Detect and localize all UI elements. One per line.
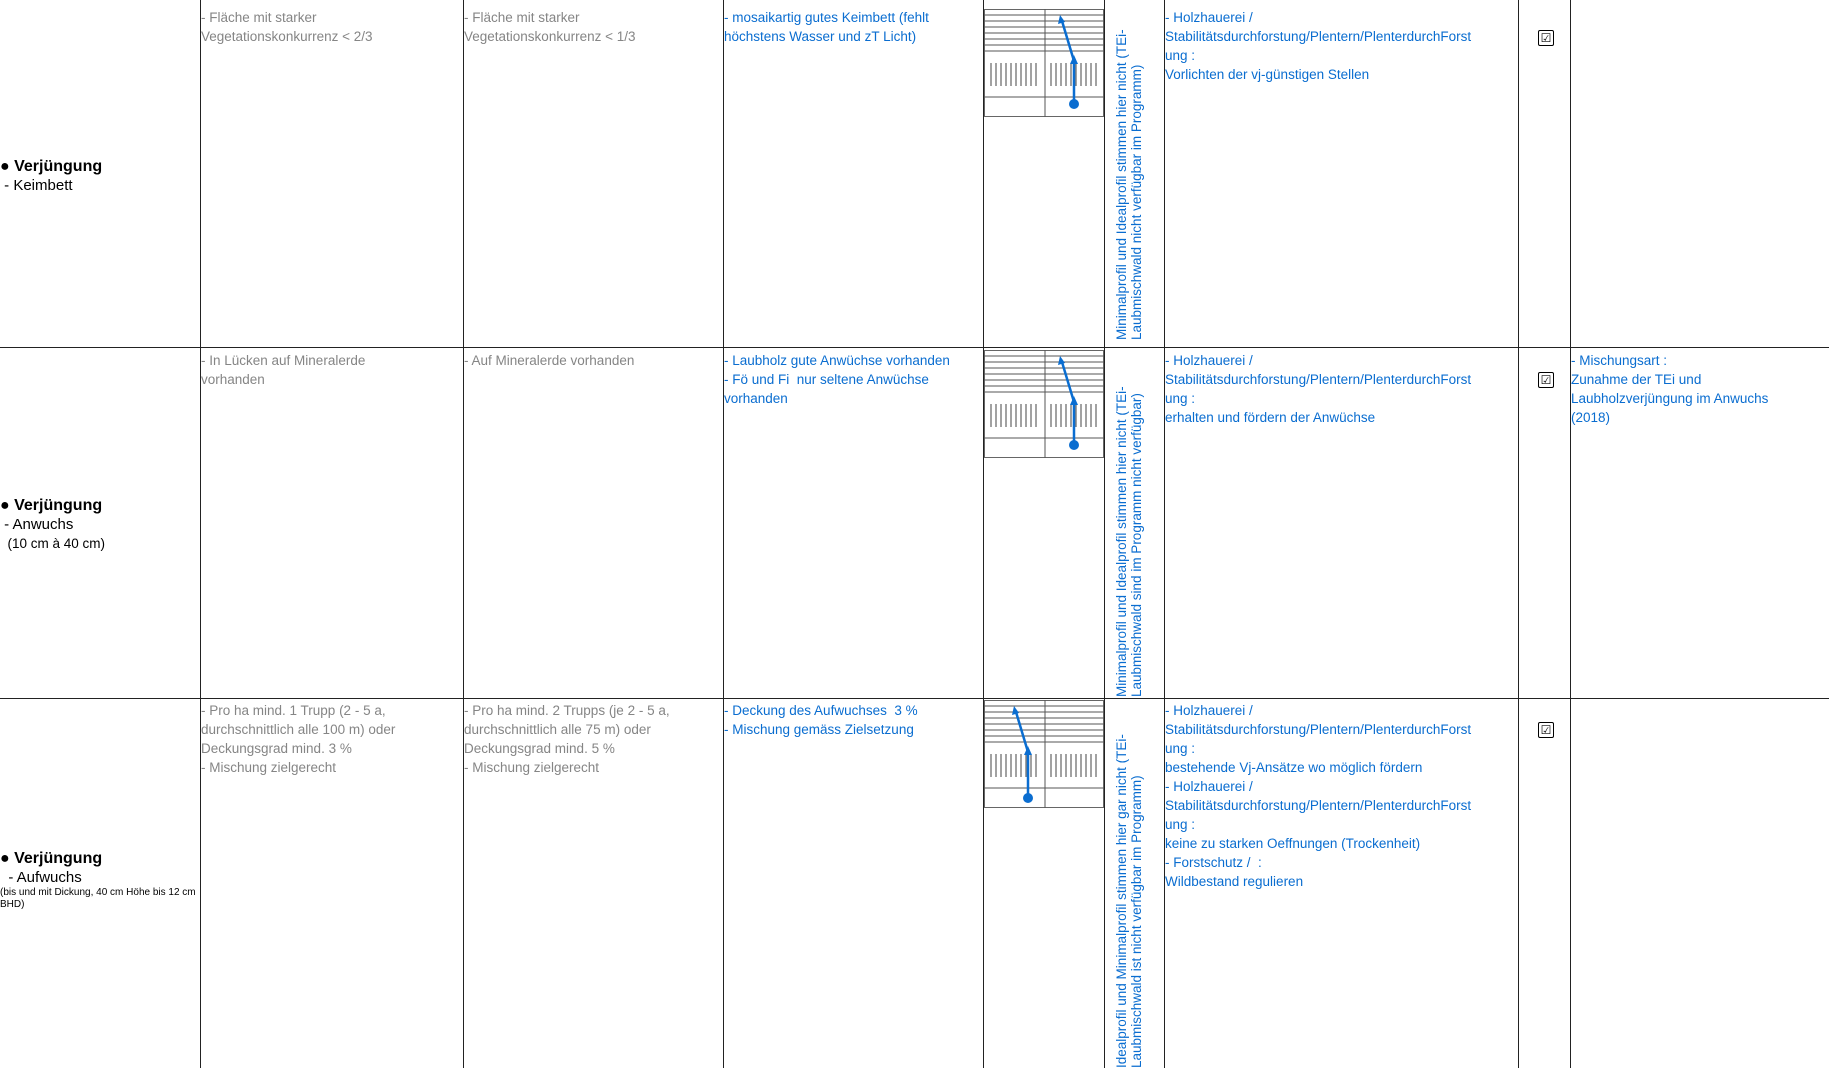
profile-comment: Minimalprofil und Idealprofil stimmen hi… (1114, 351, 1144, 697)
cell-text: - Pro ha mind. 1 Trupp (2 - 5 a, (201, 703, 386, 718)
cell-text: Deckungsgrad mind. 3 % (201, 741, 352, 756)
ideal-profile-cell: - Auf Mineralerde vorhanden (464, 351, 722, 370)
row-label: ● Verjüngung - Aufwuchs (bis und mit Dic… (0, 849, 198, 911)
cell-text: - Laubholz gute Anwüchse vorhanden (724, 353, 950, 368)
row-range: (10 cm à 40 cm) (0, 536, 106, 551)
grid-line (0, 698, 1829, 699)
cell-text: - Holzhauerei / (1165, 353, 1253, 368)
cell-text: bestehende Vj-Ansätze wo möglich fördern (1165, 760, 1423, 775)
checkbox[interactable]: ☑ (1538, 722, 1554, 738)
grid-line (723, 0, 724, 1068)
ideal-profile-cell: - Pro ha mind. 2 Trupps (je 2 - 5 a, dur… (464, 701, 722, 777)
minimal-profile-cell: - Pro ha mind. 1 Trupp (2 - 5 a, durchsc… (201, 701, 461, 777)
current-state-cell: - mosaikartig gutes Keimbett (fehlt höch… (724, 8, 982, 46)
row-label: ● Verjüngung - Keimbett (0, 157, 198, 195)
cell-text: Idealprofil und Minimalprofil stimmen hi… (1114, 734, 1129, 1068)
cell-text: erhalten und fördern der Anwüchse (1165, 410, 1376, 425)
grid-line (1570, 0, 1571, 1068)
current-state-cell: - Laubholz gute Anwüchse vorhanden - Fö … (724, 351, 982, 408)
cell-text: - Holzhauerei / (1165, 10, 1253, 25)
profile-comment: Idealprofil und Minimalprofil stimmen hi… (1114, 701, 1144, 1068)
cell-text: ung : (1165, 48, 1196, 63)
cell-text: vorhanden (724, 391, 788, 406)
cell-text: Stabilitätsdurchforstung/Plentern/Plente… (1165, 722, 1472, 737)
cell-text: keine zu starken Oeffnungen (Trockenheit… (1165, 836, 1421, 851)
cell-text: - Holzhauerei / (1165, 703, 1253, 718)
cell-text: Zunahme der TEi und (1571, 372, 1702, 387)
profile-diagram (984, 700, 1104, 808)
cell-text: - Auf Mineralerde vorhanden (464, 353, 635, 368)
cell-text: Vegetationskonkurrenz < 2/3 (201, 29, 373, 44)
grid-line (463, 0, 464, 1068)
cell-text: - In Lücken auf Mineralerde (201, 353, 366, 368)
cell-text: - Fläche mit starker (464, 10, 580, 25)
grid-line (200, 0, 201, 1068)
cell-text: durchschnittlich alle 100 m) oder (201, 722, 396, 737)
cell-text: Laubholzverjüngung im Anwuchs (1571, 391, 1769, 406)
cell-text: - Fläche mit starker (201, 10, 317, 25)
cell-text: - Mischung zielgerecht (464, 760, 600, 775)
cell-text: - Holzhauerei / (1165, 779, 1253, 794)
grid-line (1164, 0, 1165, 1068)
measures-cell: - Holzhauerei / Stabilitätsdurchforstung… (1165, 701, 1517, 891)
row-title: ● Verjüngung (0, 158, 103, 175)
row-title: ● Verjüngung (0, 850, 103, 867)
profile-diagram (984, 350, 1104, 458)
cell-text: Stabilitätsdurchforstung/Plentern/Plente… (1165, 798, 1472, 813)
cell-text: höchstens Wasser und zT Licht) (724, 29, 917, 44)
ideal-profile-cell: - Fläche mit starker Vegetationskonkurre… (464, 8, 722, 46)
cell-text: - Deckung des Aufwuchses 3 % (724, 703, 918, 718)
cell-text: Laubmischwald sind im Programm nicht ver… (1129, 393, 1144, 697)
row-note: (bis und mit Dickung, 40 cm Höhe bis 12 … (0, 887, 196, 910)
grid-line (0, 347, 1829, 348)
cell-text: Laubmischwald nicht verfügbar im Program… (1129, 64, 1144, 340)
cell-text: Vorlichten der vj-günstigen Stellen (1165, 67, 1370, 82)
cell-text: Stabilitätsdurchforstung/Plentern/Plente… (1165, 29, 1472, 44)
grid-line (1518, 0, 1519, 1068)
cell-text: - Pro ha mind. 2 Trupps (je 2 - 5 a, (464, 703, 670, 718)
cell-text: - Mischungsart : (1571, 353, 1668, 368)
checkbox[interactable]: ☑ (1538, 372, 1554, 388)
cell-text: Minimalprofil und Idealprofil stimmen hi… (1114, 386, 1129, 697)
row-subtitle: - Keimbett (0, 177, 73, 194)
cell-text: ung : (1165, 741, 1196, 756)
row-subtitle: - Anwuchs (0, 516, 74, 533)
cell-text: durchschnittlich alle 75 m) oder (464, 722, 651, 737)
cell-text: - Forstschutz / : (1165, 855, 1262, 870)
row-subtitle: - Aufwuchs (0, 869, 82, 886)
cell-text: - Mischung gemäss Zielsetzung (724, 722, 914, 737)
cell-text: Vegetationskonkurrenz < 1/3 (464, 29, 636, 44)
checkbox[interactable]: ☑ (1538, 30, 1554, 46)
cell-text: Minimalprofil und Idealprofil stimmen hi… (1114, 29, 1129, 340)
cell-text: vorhanden (201, 372, 265, 387)
cell-text: Laubmischwald ist nicht verfügbar im Pro… (1129, 775, 1144, 1068)
cell-text: Wildbestand regulieren (1165, 874, 1304, 889)
cell-text: Stabilitätsdurchforstung/Plentern/Plente… (1165, 372, 1472, 387)
cell-text: - Mischung zielgerecht (201, 760, 337, 775)
measures-cell: - Holzhauerei / Stabilitätsdurchforstung… (1165, 351, 1517, 427)
measures-cell: - Holzhauerei / Stabilitätsdurchforstung… (1165, 8, 1517, 84)
minimal-profile-cell: - Fläche mit starker Vegetationskonkurre… (201, 8, 461, 46)
row-label: ● Verjüngung - Anwuchs (10 cm à 40 cm) (0, 496, 198, 553)
grid-line (1104, 0, 1105, 1068)
row-title: ● Verjüngung (0, 497, 103, 514)
remarks-cell: - Mischungsart : Zunahme der TEi und Lau… (1571, 351, 1821, 427)
grid-line (983, 0, 984, 1068)
profile-diagram (984, 9, 1104, 117)
minimal-profile-cell: - In Lücken auf Mineralerde vorhanden (201, 351, 461, 389)
cell-text: (2018) (1571, 410, 1611, 425)
current-state-cell: - Deckung des Aufwuchses 3 % - Mischung … (724, 701, 982, 739)
profile-comment: Minimalprofil und Idealprofil stimmen hi… (1114, 0, 1144, 340)
cell-text: - mosaikartig gutes Keimbett (fehlt (724, 10, 929, 25)
cell-text: ung : (1165, 817, 1196, 832)
cell-text: - Fö und Fi nur seltene Anwüchse (724, 372, 929, 387)
cell-text: ung : (1165, 391, 1196, 406)
cell-text: Deckungsgrad mind. 5 % (464, 741, 615, 756)
